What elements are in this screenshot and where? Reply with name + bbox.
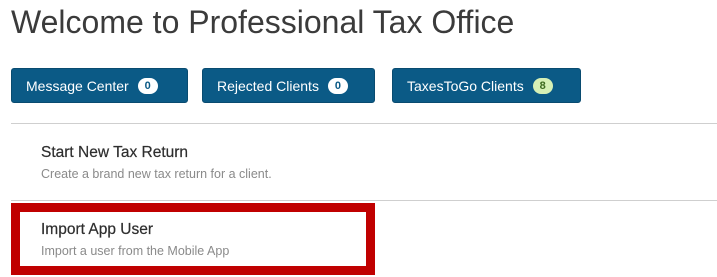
rejected-clients-button[interactable]: Rejected Clients 0 bbox=[202, 68, 375, 103]
import-app-user-description: Import a user from the Mobile App bbox=[41, 244, 230, 258]
import-app-user-title: Import App User bbox=[41, 221, 153, 238]
taxestogo-clients-count-badge: 8 bbox=[532, 77, 553, 94]
rejected-clients-label: Rejected Clients bbox=[217, 77, 319, 94]
taxestogo-clients-button[interactable]: TaxesToGo Clients 8 bbox=[392, 68, 581, 103]
message-center-button[interactable]: Message Center 0 bbox=[11, 68, 188, 103]
start-new-tax-return-title: Start New Tax Return bbox=[41, 144, 189, 161]
page-title: Welcome to Professional Tax Office bbox=[11, 4, 515, 40]
taxestogo-clients-label: TaxesToGo Clients bbox=[407, 77, 524, 94]
rejected-clients-count-badge: 0 bbox=[327, 77, 348, 94]
import-app-user-option[interactable]: Import App User Import a user from the M… bbox=[41, 221, 229, 258]
divider bbox=[11, 123, 717, 124]
message-center-label: Message Center bbox=[26, 77, 129, 94]
message-center-count-badge: 0 bbox=[137, 77, 158, 94]
start-new-tax-return-description: Create a brand new tax return for a clie… bbox=[41, 167, 272, 181]
divider bbox=[11, 200, 717, 201]
start-new-tax-return-option[interactable]: Start New Tax Return Create a brand new … bbox=[41, 144, 272, 181]
